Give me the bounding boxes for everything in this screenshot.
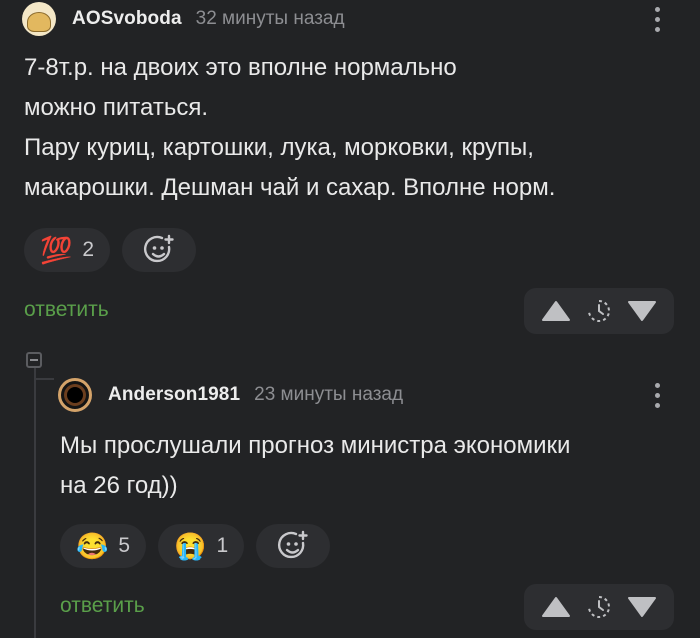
more-options-icon[interactable] xyxy=(654,383,660,408)
author-name[interactable]: Anderson1981 xyxy=(108,384,240,406)
reaction-tears-of-joy[interactable]: 😂 5 xyxy=(60,524,147,568)
comment-time: 23 минуты назад xyxy=(254,384,404,405)
downvote-icon[interactable] xyxy=(627,300,657,322)
comment-header: Anderson1981 23 минуты назад xyxy=(58,378,403,412)
thread-branch xyxy=(34,378,54,380)
thread-line xyxy=(34,352,36,638)
comment-header: AOSvoboda 32 минуты назад xyxy=(22,2,345,36)
comment-time: 32 минуты назад xyxy=(195,8,345,29)
reaction-count: 2 xyxy=(82,238,95,261)
more-options-icon[interactable] xyxy=(654,7,660,32)
comment-text: Мы прослушали прогноз министра экономики… xyxy=(60,426,680,506)
comment-line: 7-8т.р. на двоих это вполне нормально xyxy=(24,54,457,81)
comment-line: на 26 год)) xyxy=(60,472,178,499)
reaction-hundred[interactable]: 💯 2 xyxy=(24,228,111,272)
author-name[interactable]: AOSvoboda xyxy=(72,8,182,30)
comment-line: можно питаться. xyxy=(24,94,209,121)
reactions-bar: 😂 5 😭 1 xyxy=(60,524,331,568)
comment-text: 7-8т.р. на двоих это вполне нормально мо… xyxy=(24,48,674,208)
hundred-points-icon: 💯 xyxy=(40,235,73,265)
add-emoji-icon xyxy=(144,234,174,263)
downvote-icon[interactable] xyxy=(627,596,657,618)
comment-line: Мы прослушали прогноз министра экономики xyxy=(60,432,571,459)
tears-of-joy-icon: 😂 xyxy=(76,531,109,561)
rating-pending-icon xyxy=(587,596,610,618)
add-emoji-icon xyxy=(278,530,308,559)
vote-controls xyxy=(524,288,674,334)
add-reaction-button[interactable] xyxy=(256,524,331,568)
reply-link[interactable]: ответить xyxy=(24,298,109,322)
reaction-count: 1 xyxy=(216,534,229,557)
avatar[interactable] xyxy=(22,2,56,36)
reaction-loudly-crying[interactable]: 😭 1 xyxy=(158,524,245,568)
reply-link[interactable]: ответить xyxy=(60,594,145,618)
upvote-icon[interactable] xyxy=(541,596,571,618)
collapse-thread-button[interactable] xyxy=(26,352,42,368)
upvote-icon[interactable] xyxy=(541,300,571,322)
rating-pending-icon xyxy=(587,300,610,322)
loudly-crying-icon: 😭 xyxy=(174,531,207,561)
comment-line: макарошки. Дешман чай и сахар. Вполне но… xyxy=(24,174,556,201)
comment-line: Пару куриц, картошки, лука, морковки, кр… xyxy=(24,134,534,161)
avatar[interactable] xyxy=(58,378,92,412)
add-reaction-button[interactable] xyxy=(122,228,197,272)
reaction-count: 5 xyxy=(118,534,131,557)
vote-controls xyxy=(524,584,674,630)
reactions-bar: 💯 2 xyxy=(24,228,197,272)
